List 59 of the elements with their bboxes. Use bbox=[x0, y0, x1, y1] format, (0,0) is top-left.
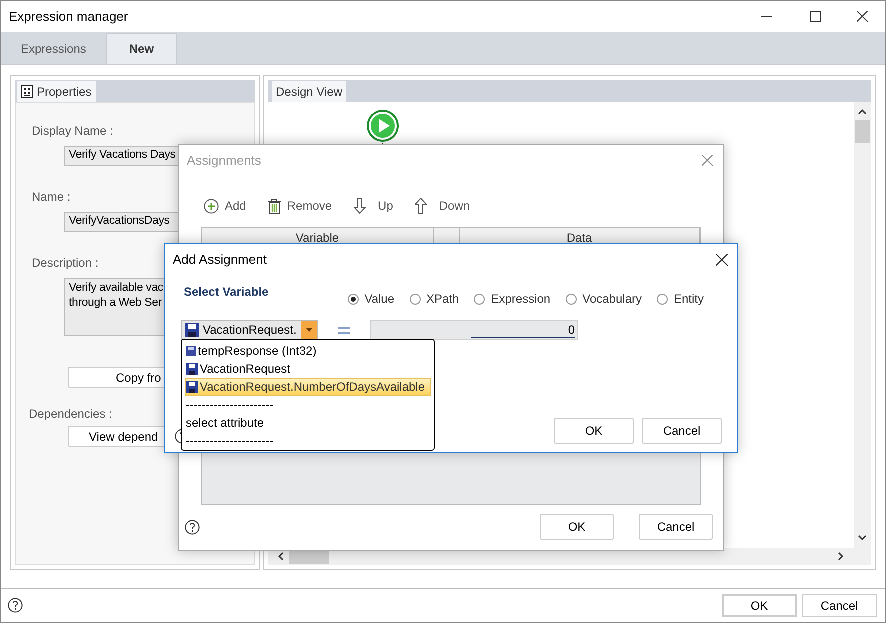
panel-tab[interactable]: Properties bbox=[17, 81, 96, 102]
toolbar-button[interactable]: Up bbox=[354, 195, 394, 217]
vertical-scrollbar[interactable] bbox=[854, 102, 871, 548]
button[interactable]: OK bbox=[554, 418, 634, 444]
close-icon[interactable] bbox=[716, 254, 728, 266]
close-icon[interactable] bbox=[857, 11, 868, 22]
scroll-up-icon[interactable] bbox=[858, 109, 867, 115]
help-icon[interactable] bbox=[185, 520, 200, 534]
radio-icon[interactable] bbox=[410, 294, 421, 304]
window-title: Expression manager bbox=[9, 8, 128, 26]
radio-icon[interactable] bbox=[348, 294, 359, 304]
add-icon bbox=[204, 198, 219, 214]
scroll-down-icon[interactable] bbox=[858, 535, 867, 541]
scroll-thumb[interactable] bbox=[855, 120, 870, 143]
value-field[interactable]: 0 bbox=[370, 320, 578, 340]
radio-icon[interactable] bbox=[566, 294, 577, 304]
field-label: Dependencies : bbox=[29, 407, 112, 421]
dropdown-item[interactable]: tempResponse (Int32) bbox=[185, 342, 431, 360]
button[interactable]: Cancel bbox=[802, 594, 877, 617]
toolbar-button[interactable]: Down bbox=[415, 195, 470, 217]
panel-tab[interactable]: Design View bbox=[272, 81, 346, 102]
variable-combo[interactable]: VacationRequest. bbox=[181, 320, 318, 340]
radio-button[interactable]: Vocabulary bbox=[566, 290, 642, 308]
tab[interactable]: Expressions bbox=[1, 33, 106, 64]
scroll-right-icon[interactable] bbox=[838, 552, 844, 561]
toolbar-button[interactable]: Remove bbox=[268, 195, 332, 217]
description-line: Verify available vac bbox=[69, 281, 164, 296]
radio-button[interactable]: XPath bbox=[410, 290, 460, 308]
maximize-icon[interactable] bbox=[810, 11, 821, 22]
radio-icon[interactable] bbox=[656, 294, 668, 304]
dropdown-arrow-button[interactable] bbox=[301, 321, 317, 339]
caret-icon bbox=[306, 328, 312, 332]
button[interactable]: OK bbox=[722, 594, 797, 617]
grid-document-icon bbox=[21, 85, 33, 98]
button[interactable]: Cancel bbox=[642, 418, 722, 444]
dropdown-item[interactable]: VacationRequest.NumberOfDaysAvailable bbox=[185, 378, 431, 396]
dropdown-item[interactable]: ---------------------- bbox=[185, 396, 431, 414]
radio-button[interactable]: Entity bbox=[656, 290, 704, 308]
scroll-left-icon[interactable] bbox=[278, 552, 284, 561]
help-icon[interactable] bbox=[8, 598, 23, 613]
field-label: Description : bbox=[32, 256, 99, 270]
field-label: Name : bbox=[32, 190, 71, 204]
radio-icon[interactable] bbox=[474, 294, 486, 304]
tab[interactable]: New bbox=[106, 33, 178, 64]
equals-icon bbox=[338, 326, 350, 334]
up-arrow-icon bbox=[415, 198, 428, 214]
variable-icon bbox=[186, 346, 196, 356]
button[interactable]: OK bbox=[540, 514, 614, 540]
button[interactable]: Cancel bbox=[639, 514, 713, 540]
radio-button[interactable]: Value bbox=[348, 290, 395, 308]
description-line: through a Web Ser bbox=[69, 296, 162, 311]
dialog-title: Add Assignment bbox=[173, 250, 267, 269]
trash-icon bbox=[268, 198, 282, 214]
start-node-icon[interactable] bbox=[366, 109, 400, 143]
radio-button[interactable]: Expression bbox=[474, 290, 551, 308]
field-label: Display Name : bbox=[32, 124, 114, 138]
minimize-icon[interactable] bbox=[761, 16, 772, 18]
down-arrow-icon bbox=[354, 198, 366, 214]
tab-label: Properties bbox=[37, 84, 92, 100]
